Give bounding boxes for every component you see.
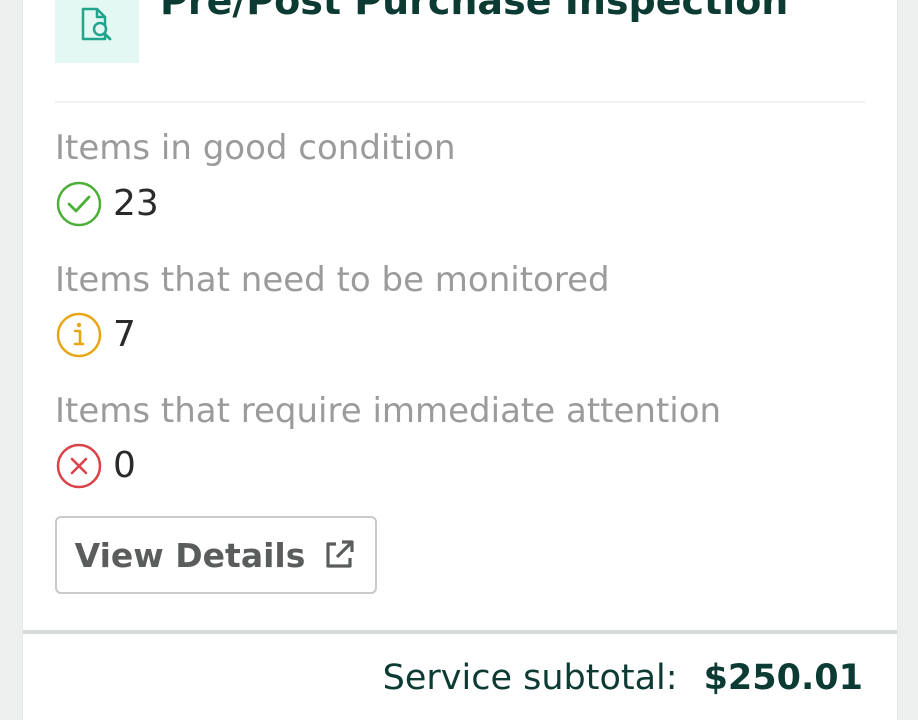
metric-label-monitor: Items that need to be monitored (55, 260, 610, 300)
document-search-icon (81, 7, 112, 40)
metric-label-good: Items in good condition (55, 128, 456, 168)
service-title: Pre/Post Purchase Inspection (160, 0, 789, 23)
service-icon-tile (55, 0, 139, 63)
check-circle-icon (56, 181, 102, 227)
service-subtotal: Service subtotal: $250.01 (383, 652, 863, 704)
metric-value-good: 23 (113, 183, 159, 224)
subtotal-value: $250.01 (703, 658, 863, 698)
header-divider (55, 101, 865, 103)
metric-monitor: 7 (55, 311, 136, 359)
subtotal-label: Service subtotal: (382, 658, 678, 698)
view-details-button[interactable]: View Details (55, 516, 377, 594)
metric-attention: 0 (55, 442, 136, 490)
metric-value-monitor: 7 (113, 314, 136, 355)
footer-divider (23, 630, 897, 634)
service-card: Pre/Post Purchase Inspection Items in go… (22, 0, 898, 720)
metric-label-attention: Items that require immediate attention (55, 391, 722, 431)
metric-good: 23 (55, 180, 159, 228)
metric-value-attention: 0 (113, 445, 136, 486)
external-link-icon (326, 540, 354, 568)
x-circle-icon (56, 443, 102, 489)
info-circle-icon (56, 312, 102, 358)
view-details-label: View Details (74, 535, 306, 575)
